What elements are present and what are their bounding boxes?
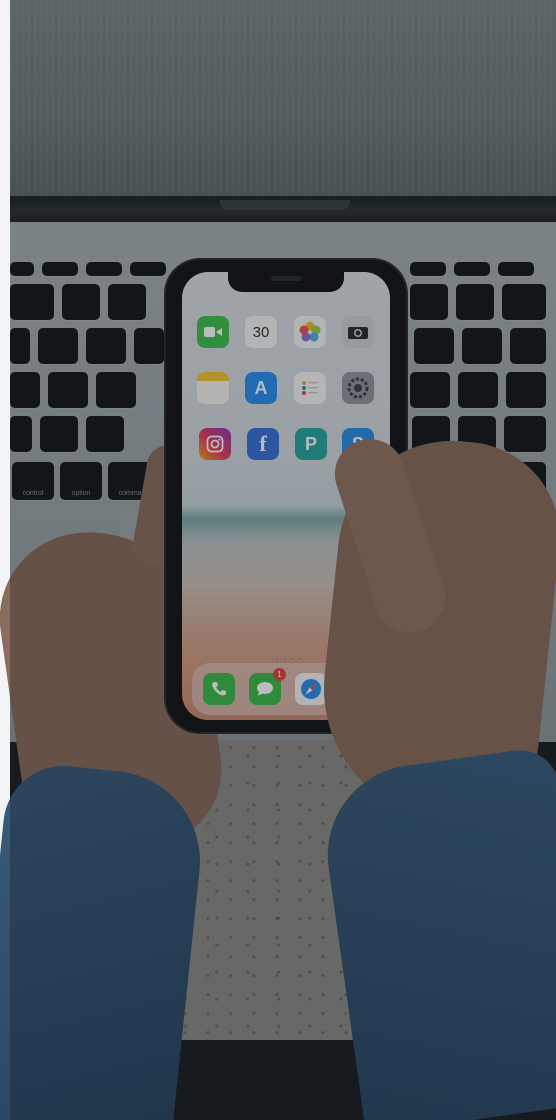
photo-scene: control option command option 30 A f: [0, 0, 556, 1120]
facetime-icon: [197, 316, 229, 348]
key: [458, 372, 498, 408]
calendar-day: 30: [252, 323, 270, 341]
key: [130, 262, 166, 276]
key: [506, 372, 546, 408]
reminders-icon: [294, 372, 326, 404]
key: [96, 372, 136, 408]
key: [86, 328, 126, 364]
messages-badge-count: 1: [277, 670, 282, 679]
left-sleeve: [0, 760, 209, 1120]
option-key-left: option: [60, 462, 102, 500]
messages-badge: 1: [273, 668, 286, 681]
key: [410, 284, 448, 320]
laptop-screen: [10, 0, 556, 200]
key: [10, 416, 32, 452]
key: [108, 284, 146, 320]
settings-icon: [342, 372, 374, 404]
key: [62, 284, 100, 320]
key: [502, 284, 546, 320]
key: [134, 328, 164, 364]
key: [86, 262, 122, 276]
key: [10, 372, 40, 408]
key: [454, 262, 490, 276]
instagram-icon: [199, 428, 231, 460]
key: [498, 262, 534, 276]
notes-icon: [197, 372, 229, 404]
control-key: control: [12, 462, 54, 500]
key: [504, 416, 546, 452]
option-key-left-label: option: [71, 490, 91, 497]
calendar-icon: 30: [245, 316, 277, 348]
key: [410, 262, 446, 276]
iphone-notch: [228, 270, 344, 292]
app-store-icon: A: [245, 372, 277, 404]
safari-icon: [295, 673, 327, 705]
key: [10, 328, 30, 364]
pandora-icon: P: [295, 428, 327, 460]
iphone-speaker: [270, 276, 302, 281]
laptop-notch: [220, 200, 350, 210]
key: [42, 262, 78, 276]
key: [510, 328, 546, 364]
phone-icon: [203, 673, 235, 705]
camera-icon: [342, 316, 374, 348]
key: [48, 372, 88, 408]
key: [40, 416, 78, 452]
key: [10, 262, 34, 276]
key: [456, 284, 494, 320]
key: [38, 328, 78, 364]
key: [86, 416, 124, 452]
key: [462, 328, 502, 364]
key: [410, 372, 450, 408]
facebook-icon: f: [247, 428, 279, 460]
key: [414, 328, 454, 364]
photos-icon: [294, 316, 326, 348]
control-key-label: control: [22, 490, 44, 497]
key: [10, 284, 54, 320]
